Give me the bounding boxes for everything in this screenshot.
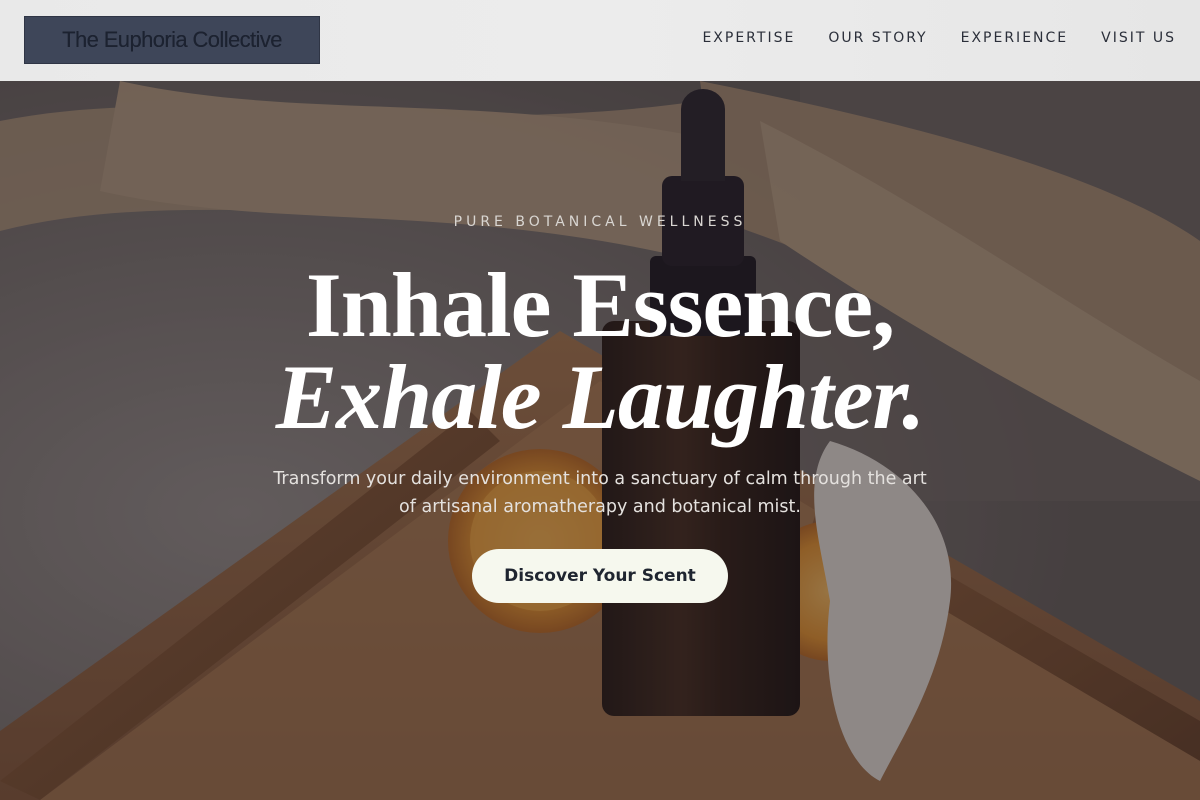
hero-subtitle: Transform your daily environment into a … [273,469,927,517]
hero-headline: Inhale Essence, Exhale Laughter. [0,257,1200,445]
hero-section: PURE BOTANICAL WELLNESS Inhale Essence, … [0,81,1200,800]
nav-link-expertise[interactable]: EXPERTISE [702,30,795,46]
discover-scent-button[interactable]: Discover Your Scent [472,549,728,603]
brand-name: The Euphoria Collective [62,27,282,52]
headline-line-1: Inhale Essence, [305,254,895,356]
brand-logo[interactable]: The Euphoria Collective [24,16,320,64]
top-navigation: The Euphoria Collective EXPERTISE OUR ST… [0,0,1200,81]
hero-eyebrow: PURE BOTANICAL WELLNESS [453,214,747,230]
nav-link-our-story[interactable]: OUR STORY [828,30,927,46]
hero-content: PURE BOTANICAL WELLNESS Inhale Essence, … [0,81,1200,800]
nav-link-visit-us[interactable]: VISIT US [1101,30,1176,46]
main-menu: EXPERTISE OUR STORY EXPERIENCE VISIT US [702,30,1176,46]
nav-link-experience[interactable]: EXPERIENCE [961,30,1069,46]
headline-line-2: Exhale Laughter. [275,346,926,448]
